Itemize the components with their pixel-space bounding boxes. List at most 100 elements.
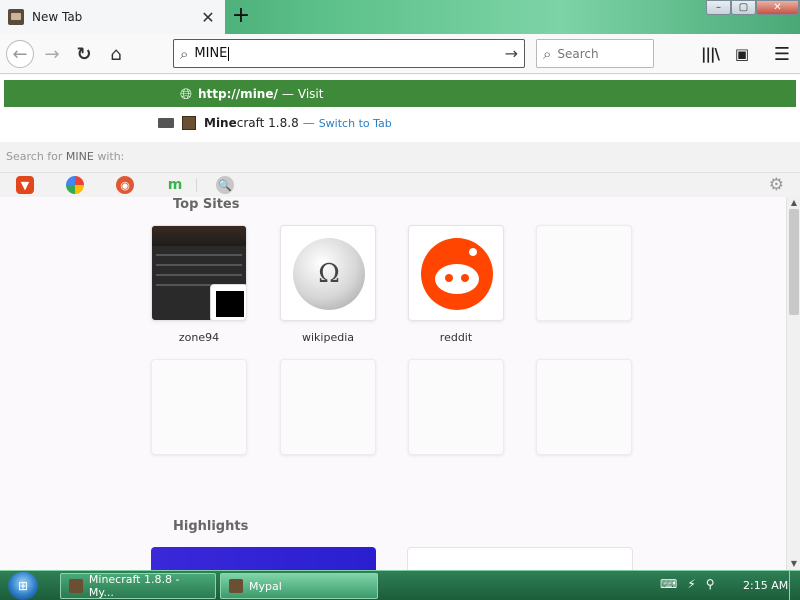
search-input[interactable] — [557, 46, 638, 61]
globe-icon: 🌐︎ — [180, 84, 193, 103]
tab-icon — [158, 118, 174, 128]
google-search-icon[interactable] — [66, 176, 84, 194]
highlight-card[interactable] — [151, 547, 376, 570]
url-input-text: MINE — [194, 46, 228, 61]
vertical-scrollbar[interactable]: ▲ ▼ — [786, 197, 800, 570]
minimize-icon: – — [716, 2, 721, 13]
network-icon[interactable]: ⚡ — [687, 577, 695, 591]
thumbnail-line — [156, 264, 242, 266]
text-caret — [228, 46, 230, 61]
hamburger-menu-icon[interactable]: ☰ — [771, 43, 793, 65]
search-bar[interactable]: ⌕ — [536, 39, 654, 68]
wikipedia-logo-icon: Ω — [293, 238, 365, 310]
close-window-button[interactable]: ✕ — [756, 0, 799, 15]
zone94-thumbnail-header — [152, 226, 246, 246]
minimize-button[interactable]: – — [706, 0, 731, 15]
url-bar[interactable]: ⌕ MINE → — [173, 39, 525, 68]
new-tab-button[interactable]: + — [229, 4, 253, 28]
thumbnail-line — [156, 274, 242, 276]
forward-button[interactable]: → — [38, 40, 66, 68]
thumbnail-line — [156, 254, 242, 256]
search-for-prefix: Search for — [6, 150, 63, 163]
system-tray: ⌨ ⚡ ⚲ — [660, 577, 715, 591]
zone94-site-icon — [210, 284, 246, 320]
search-for-term: MINE — [65, 150, 94, 163]
duckduckgo-search-icon[interactable]: ◉ — [116, 176, 134, 194]
search-settings-gear-icon[interactable]: ⚙ — [769, 175, 784, 195]
forward-arrow-icon: → — [44, 43, 60, 65]
suggestion-match-text: Mine — [204, 116, 237, 130]
back-button[interactable]: ← — [6, 40, 34, 68]
reddit-eye — [461, 274, 469, 282]
search-for-suffix: with: — [97, 150, 125, 163]
taskbar: ⊞ Minecraft 1.8.8 - My... Mypal ⌨ ⚡ ⚲ 2:… — [0, 570, 800, 600]
switch-to-tab-action: Switch to Tab — [318, 116, 392, 130]
top-site-wikipedia[interactable]: Ω — [280, 225, 376, 321]
top-site-empty[interactable] — [151, 359, 247, 455]
library-icon[interactable]: |||\ — [699, 43, 721, 65]
engine-divider — [196, 178, 197, 192]
url-input[interactable]: MINE — [194, 46, 504, 61]
home-icon: ⌂ — [110, 43, 122, 65]
reddit-antenna — [469, 248, 477, 256]
one-off-search-engines: ▼ ◉ m 🔍 ⚙ — [0, 172, 800, 197]
close-tab-icon[interactable]: ✕ — [199, 8, 217, 27]
top-site-label: zone94 — [178, 331, 220, 344]
reload-icon: ↻ — [76, 43, 92, 65]
reddit-logo-icon — [421, 238, 493, 310]
search-icon: ⌕ — [180, 44, 189, 63]
scroll-down-icon[interactable]: ▼ — [787, 558, 800, 570]
scroll-up-icon[interactable]: ▲ — [787, 197, 800, 209]
top-site-label: reddit — [439, 331, 473, 344]
minecraft-icon — [69, 579, 83, 593]
sidebar-icon[interactable]: ▣ — [731, 43, 753, 65]
go-arrow-icon[interactable]: → — [505, 44, 518, 63]
search-icon: ⌕ — [543, 44, 552, 63]
clock[interactable]: 2:15 AM — [743, 579, 788, 592]
suggestion-url: http://mine/ — [198, 86, 278, 101]
url-autocomplete-popup: 🌐︎ http://mine/ — Visit Mine craft 1.8.8 … — [0, 75, 800, 197]
taskbar-item-mypal[interactable]: Mypal — [220, 573, 378, 599]
brave-search-icon[interactable]: ▼ — [16, 176, 34, 194]
top-sites-heading: Top Sites — [173, 197, 240, 212]
top-site-empty[interactable] — [280, 359, 376, 455]
reddit-eye — [445, 274, 453, 282]
reload-button[interactable]: ↻ — [70, 40, 98, 68]
suggestion-switch-to-tab[interactable]: Mine craft 1.8.8 — Switch to Tab — [0, 111, 800, 135]
top-site-label: wikipedia — [301, 331, 354, 344]
top-site-reddit[interactable] — [408, 225, 504, 321]
tab-title: New Tab — [32, 10, 83, 24]
mypal-icon — [229, 579, 243, 593]
suggestion-separator: — — [302, 116, 315, 130]
highlights-heading: Highlights — [173, 519, 249, 534]
minecraft-icon — [182, 116, 196, 130]
search-for-label: Search for MINE with: — [0, 142, 800, 172]
taskbar-item-label: Mypal — [249, 579, 282, 593]
m-search-icon[interactable]: m — [166, 176, 184, 194]
highlight-card[interactable] — [407, 547, 633, 570]
start-button[interactable]: ⊞ — [8, 572, 38, 600]
home-button[interactable]: ⌂ — [102, 40, 130, 68]
new-tab-page: Top Sites zone94 Ω wikipedia reddit High… — [0, 197, 800, 570]
back-arrow-icon: ← — [12, 43, 28, 65]
suggestion-visit[interactable]: 🌐︎ http://mine/ — Visit — [4, 80, 796, 107]
scrollbar-thumb[interactable] — [789, 209, 799, 315]
navigation-toolbar: ← → ↻ ⌂ ⌕ MINE → ⌕ |||\ ▣ ☰ — [0, 34, 800, 74]
tab-new-tab[interactable]: New Tab ✕ — [0, 0, 225, 34]
maximize-icon: ▢ — [738, 2, 749, 13]
search-icon[interactable]: ⚲ — [706, 577, 715, 591]
top-site-zone94[interactable] — [151, 225, 247, 321]
top-site-empty[interactable] — [536, 225, 632, 321]
maximize-button[interactable]: ▢ — [731, 0, 756, 15]
keyboard-icon[interactable]: ⌨ — [660, 577, 677, 591]
suggestion-separator: — — [281, 86, 294, 101]
show-desktop-button[interactable] — [789, 571, 800, 600]
top-site-empty[interactable] — [536, 359, 632, 455]
close-icon: ✕ — [773, 2, 782, 13]
suggestion-action: Visit — [297, 86, 324, 101]
generic-search-icon[interactable]: 🔍 — [216, 176, 234, 194]
taskbar-item-minecraft[interactable]: Minecraft 1.8.8 - My... — [60, 573, 216, 599]
windows-logo-icon: ⊞ — [17, 579, 29, 593]
top-site-empty[interactable] — [408, 359, 504, 455]
tab-strip: New Tab ✕ + – ▢ ✕ — [0, 0, 800, 34]
